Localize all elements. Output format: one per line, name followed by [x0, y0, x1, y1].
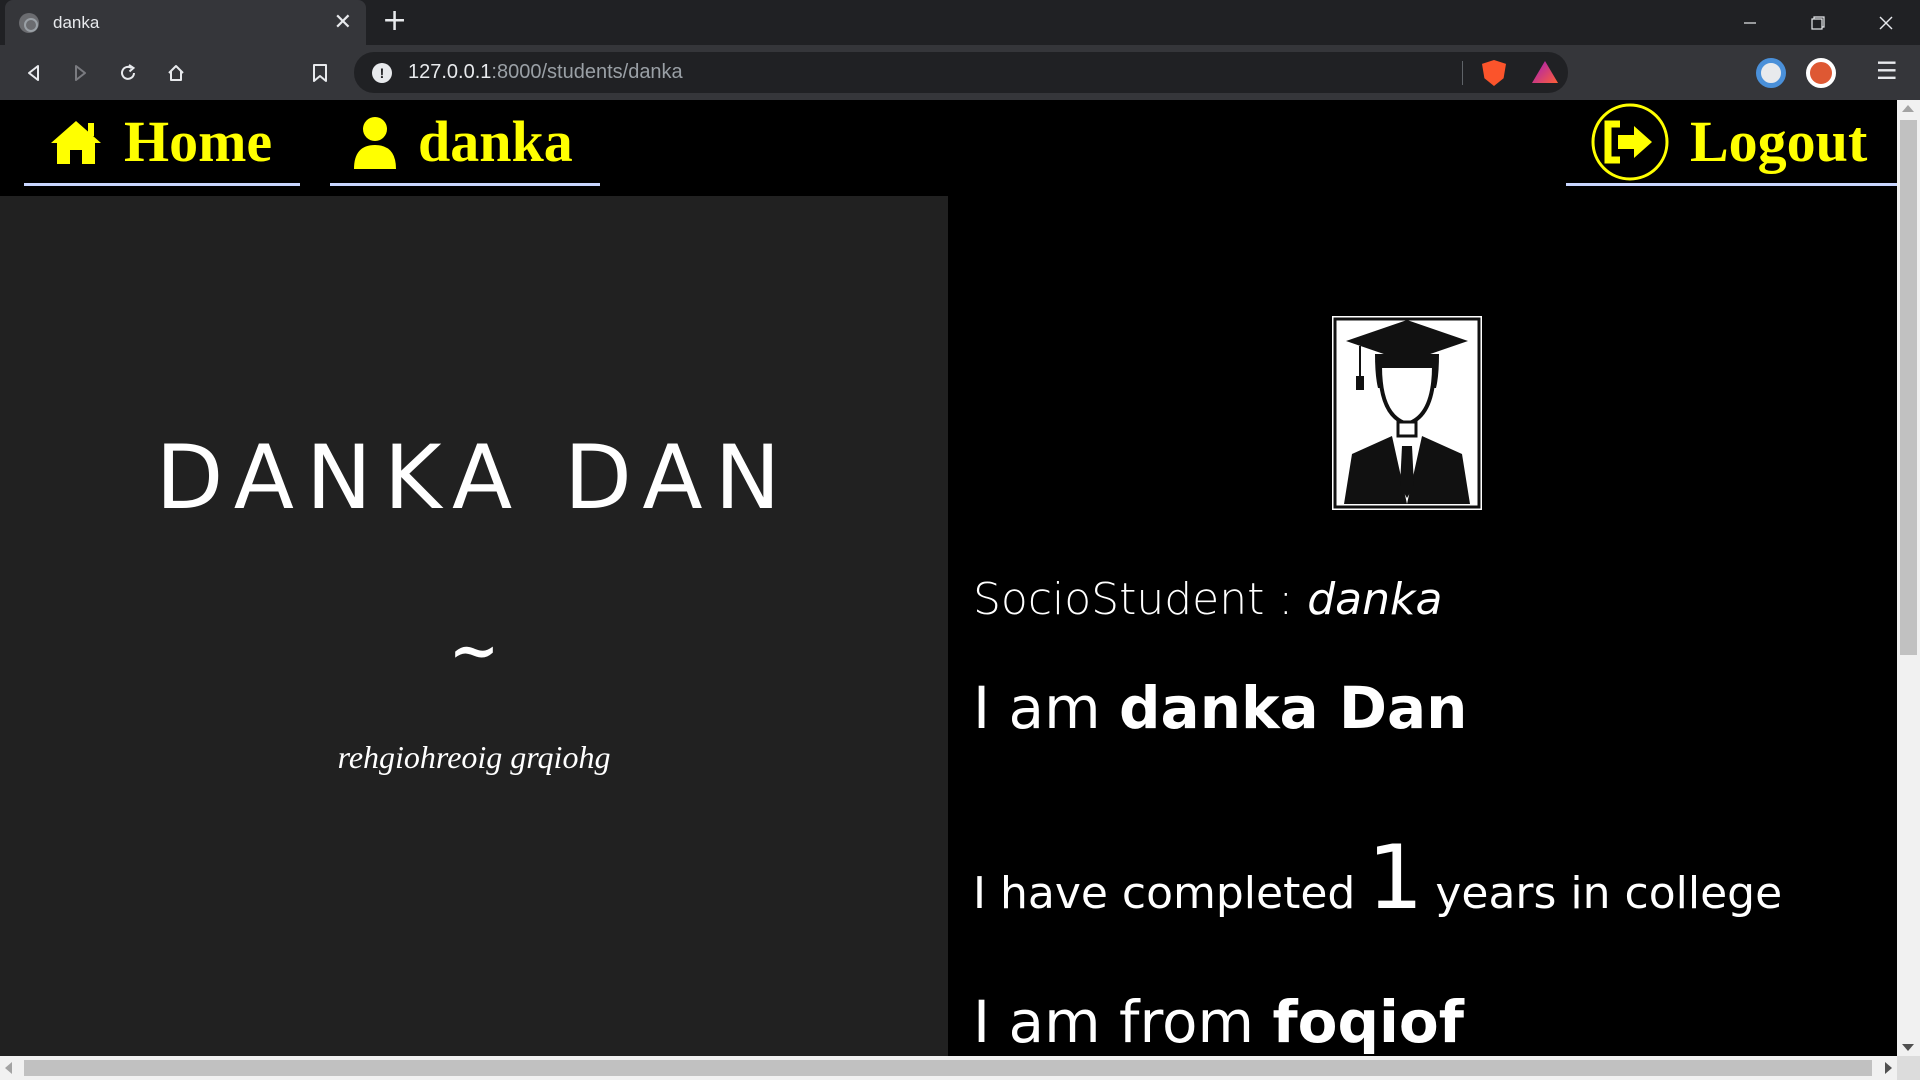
- scroll-left-icon[interactable]: [5, 1062, 12, 1074]
- horizontal-scrollbar[interactable]: [0, 1056, 1897, 1080]
- browser-tab[interactable]: danka ✕: [5, 0, 366, 45]
- url-host: 127.0.0.1: [408, 61, 492, 83]
- nav-logout-link[interactable]: Logout: [1566, 100, 1897, 186]
- restore-button[interactable]: [1784, 0, 1852, 45]
- extension-icon[interactable]: [1756, 58, 1786, 88]
- vertical-scrollbar[interactable]: [1897, 100, 1920, 1056]
- browser-tabbar: danka ✕ +: [0, 0, 1920, 45]
- from-place: foqiof: [1272, 988, 1464, 1056]
- intro-name: danka Dan: [1119, 674, 1468, 742]
- nav-user-label: danka: [418, 109, 573, 174]
- duckduckgo-icon[interactable]: [1806, 58, 1836, 88]
- url-path: :8000/students/danka: [491, 61, 683, 83]
- scroll-right-icon[interactable]: [1885, 1062, 1892, 1074]
- years-line: I have completed 1 years in college: [973, 826, 1783, 929]
- globe-icon: [19, 12, 39, 33]
- brave-shield-icon[interactable]: [1482, 60, 1506, 86]
- profile-panel: DANKA DAN ~ rehgiohreoig grqiohg: [0, 196, 948, 1056]
- home-browser-button[interactable]: [160, 57, 192, 89]
- info-icon[interactable]: !: [372, 62, 392, 83]
- back-icon: [28, 65, 39, 81]
- home-icon: [168, 65, 184, 81]
- bookmark-icon: [313, 64, 327, 82]
- site-navbar: Home danka Logout: [0, 100, 1897, 196]
- home-icon: [51, 120, 101, 164]
- bookmark-button[interactable]: [304, 57, 336, 89]
- nav-user-link[interactable]: danka: [330, 100, 600, 186]
- forward-icon: [75, 65, 86, 81]
- reload-icon: [121, 64, 136, 80]
- reload-button[interactable]: [112, 57, 144, 89]
- details-panel: SocioStudent : danka I am danka Dan I ha…: [948, 196, 1897, 1056]
- address-bar[interactable]: ! 127.0.0.1:8000/students/danka: [354, 52, 1568, 93]
- separator: ~: [448, 616, 500, 686]
- intro-line: I am danka Dan: [973, 674, 1468, 742]
- socio-username: danka: [1307, 574, 1443, 625]
- vertical-scroll-thumb[interactable]: [1900, 120, 1917, 655]
- bio-text: rehgiohreoig grqiohg: [337, 739, 611, 775]
- browser-toolbar: ! 127.0.0.1:8000/students/danka ☰: [0, 45, 1920, 100]
- years-value: 1: [1367, 826, 1424, 929]
- window-controls: [1716, 0, 1920, 45]
- horizontal-scroll-thumb[interactable]: [24, 1060, 1872, 1076]
- new-tab-button[interactable]: +: [382, 6, 407, 36]
- brave-rewards-icon[interactable]: [1532, 61, 1558, 83]
- menu-icon[interactable]: ☰: [1876, 57, 1898, 85]
- graduate-avatar: [1332, 316, 1482, 510]
- graduate-icon: [1333, 317, 1481, 509]
- page-content: Home danka Logout DANKA DAN ~ rehgiohreo…: [0, 100, 1897, 1056]
- scrollbar-corner: [1897, 1056, 1920, 1080]
- back-button[interactable]: [18, 57, 50, 89]
- full-name-heading: DANKA DAN: [155, 426, 793, 529]
- scroll-up-icon[interactable]: [1902, 105, 1914, 112]
- close-icon[interactable]: ✕: [334, 11, 352, 34]
- nav-home-link[interactable]: Home: [24, 100, 300, 186]
- omnibox-divider: [1462, 61, 1463, 85]
- scroll-down-icon[interactable]: [1902, 1044, 1914, 1051]
- restore-icon: [1811, 15, 1825, 30]
- close-window-button[interactable]: [1852, 0, 1920, 45]
- close-window-icon: [1879, 16, 1893, 29]
- minimize-button[interactable]: [1716, 0, 1784, 45]
- minimize-icon: [1744, 21, 1756, 24]
- from-line: I am from foqiof: [973, 988, 1464, 1056]
- tab-title: danka: [53, 12, 100, 32]
- forward-button[interactable]: [64, 57, 96, 89]
- nav-logout-label: Logout: [1690, 109, 1868, 174]
- nav-home-label: Home: [124, 109, 273, 174]
- user-icon: [354, 116, 396, 169]
- socio-student-line: SocioStudent : danka: [973, 574, 1443, 625]
- logout-icon: [1591, 103, 1669, 180]
